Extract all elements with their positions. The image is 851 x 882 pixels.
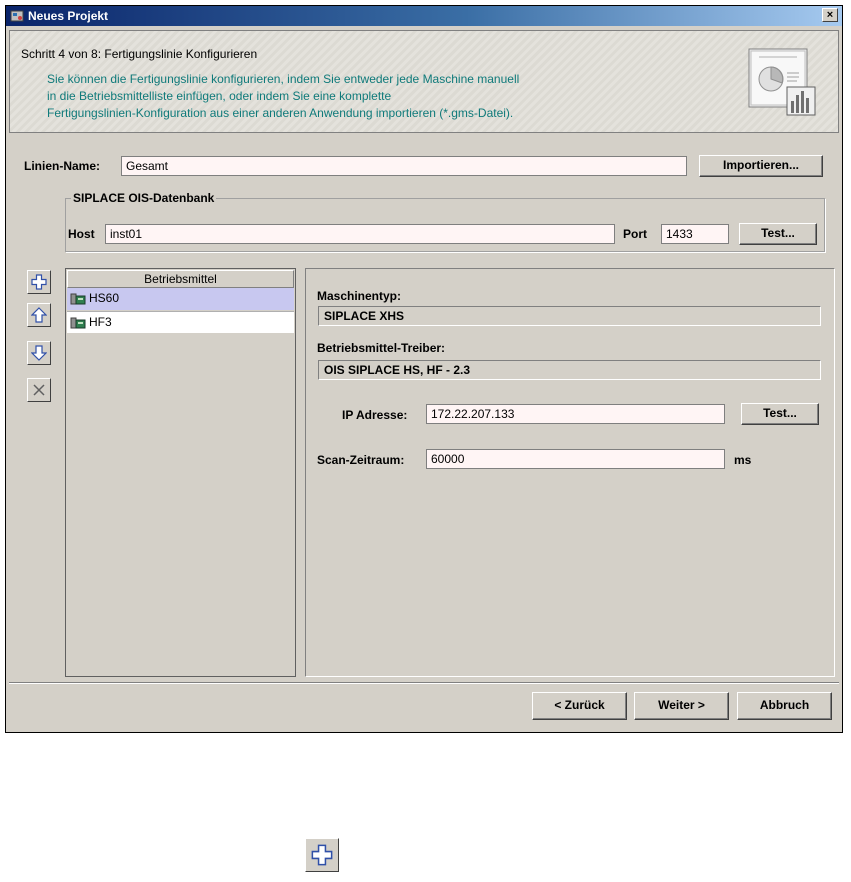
step-title: Schritt 4 von 8: Fertigungslinie Konfigu… [21, 47, 258, 61]
driver-value: OIS SIPLACE HS, HF - 2.3 [318, 360, 821, 380]
description-line: Sie können die Fertigungslinie konfiguri… [47, 72, 520, 86]
add-machine-button[interactable] [27, 270, 51, 294]
machine-properties-panel: Maschinentyp: SIPLACE XHS Betriebsmittel… [305, 268, 835, 677]
delete-machine-button[interactable] [27, 378, 51, 402]
list-item-hf3[interactable]: HF3 [67, 311, 294, 333]
ip-address-field[interactable] [426, 404, 725, 424]
wizard-header: Schritt 4 von 8: Fertigungslinie Konfigu… [9, 30, 839, 133]
machine-icon [70, 293, 86, 305]
ip-address-input[interactable] [431, 407, 720, 421]
delete-icon [33, 384, 45, 396]
close-button[interactable]: × [822, 8, 838, 22]
app-icon [10, 10, 24, 22]
machine-icon [70, 317, 86, 329]
import-button[interactable]: Importieren... [699, 155, 823, 177]
ip-test-button[interactable]: Test... [741, 403, 819, 425]
equipment-list-header[interactable]: Betriebsmittel [67, 270, 294, 288]
add-icon [311, 844, 333, 866]
port-label: Port [623, 227, 647, 241]
scan-period-field[interactable] [426, 449, 725, 469]
move-up-button[interactable] [27, 303, 51, 327]
ois-database-group-title: SIPLACE OIS-Datenbank [71, 191, 217, 205]
scan-period-input[interactable] [431, 452, 720, 466]
driver-label: Betriebsmittel-Treiber: [317, 341, 446, 355]
move-down-button[interactable] [27, 341, 51, 365]
close-icon: × [826, 9, 834, 21]
add-button-enlarged [305, 838, 339, 872]
back-button[interactable]: < Zurück [532, 692, 627, 720]
host-input[interactable] [110, 227, 610, 241]
list-item-hs60[interactable]: HS60 [67, 288, 294, 310]
move-down-icon [31, 345, 47, 361]
ip-address-label: IP Adresse: [342, 408, 408, 422]
list-item-label: HF3 [89, 315, 112, 329]
move-up-icon [31, 307, 47, 323]
port-field[interactable] [661, 224, 729, 244]
host-label: Host [68, 227, 95, 241]
machine-type-value: SIPLACE XHS [318, 306, 821, 326]
host-field[interactable] [105, 224, 615, 244]
scan-period-label: Scan-Zeitraum: [317, 453, 405, 467]
new-project-dialog: Neues Projekt × Schritt 4 von 8: Fertigu… [5, 5, 843, 733]
footer-separator [9, 682, 839, 684]
equipment-list[interactable]: Betriebsmittel HS60 HF3 [65, 268, 296, 677]
add-icon [31, 274, 47, 290]
description-line: Fertigungslinien-Konfiguration aus einer… [47, 106, 514, 120]
machine-type-label: Maschinentyp: [317, 289, 402, 303]
cancel-button[interactable]: Abbruch [737, 692, 832, 720]
title-bar[interactable]: Neues Projekt × [6, 6, 842, 26]
description-line: in die Betriebsmittelliste einfügen, ode… [47, 89, 392, 103]
port-input[interactable] [666, 227, 724, 241]
next-button[interactable]: Weiter > [634, 692, 729, 720]
list-item-label: HS60 [89, 291, 120, 305]
db-test-button[interactable]: Test... [739, 223, 817, 245]
step-description: Sie können die Fertigungslinie konfiguri… [47, 71, 667, 122]
window-title: Neues Projekt [28, 9, 109, 23]
line-name-input[interactable] [126, 159, 682, 173]
scan-unit-label: ms [734, 453, 752, 467]
wizard-chart-icon [748, 48, 816, 116]
line-name-label: Linien-Name: [24, 159, 101, 173]
line-name-field[interactable] [121, 156, 687, 176]
